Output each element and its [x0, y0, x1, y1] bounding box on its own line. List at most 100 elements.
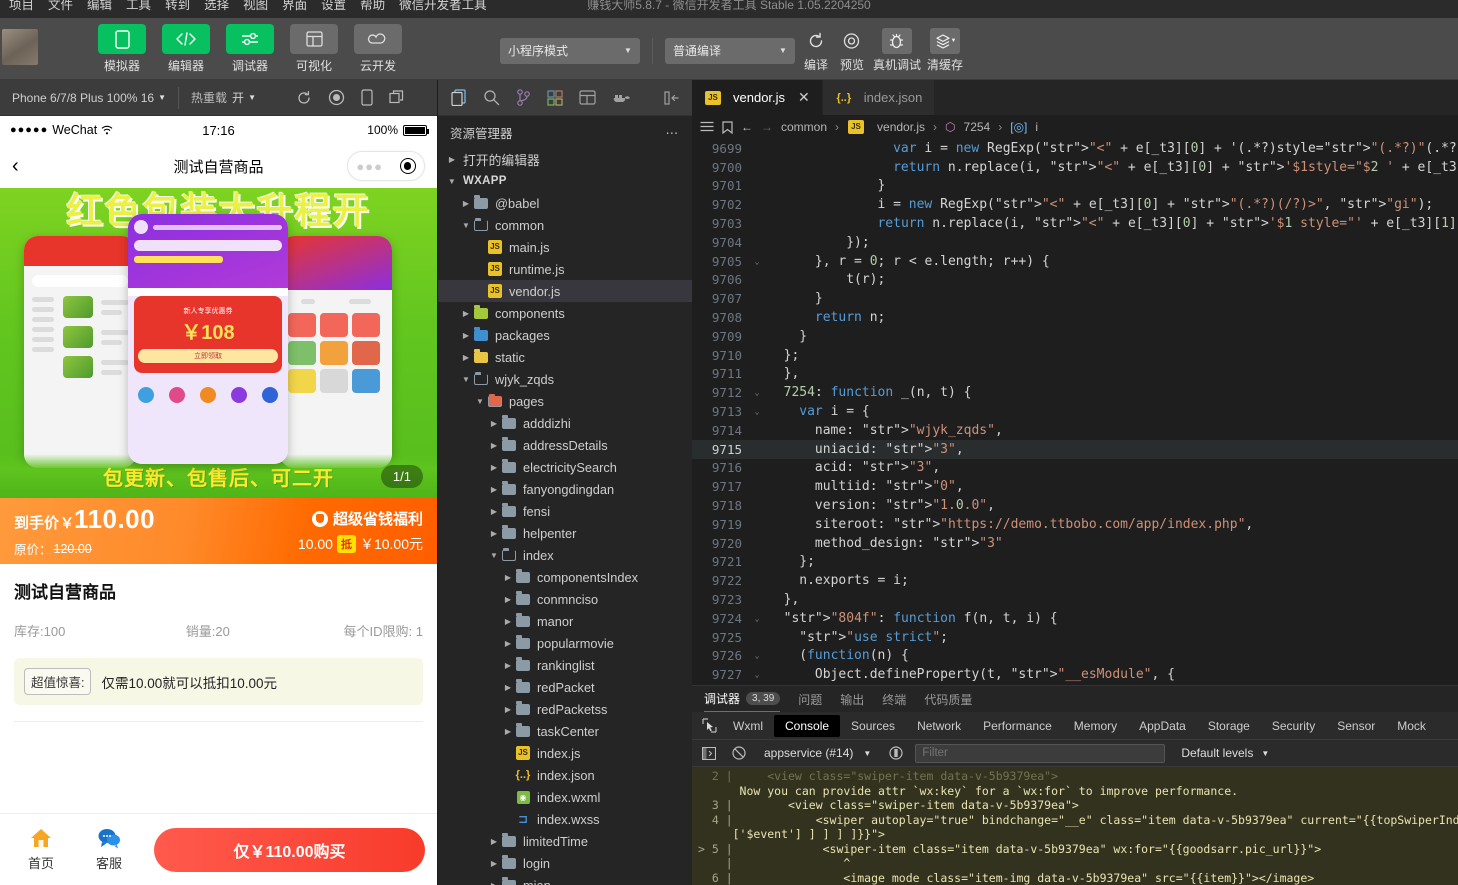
console-output[interactable]: 2 | <view class="swiper-item data-v-5b93…	[692, 767, 1458, 885]
mode-editor[interactable]: 编辑器	[158, 18, 214, 74]
tree-item-components[interactable]: ▶components	[438, 302, 692, 324]
tree-item-fanyongdingdan[interactable]: ▶fanyongdingdan	[438, 478, 692, 500]
tree-item-index-json[interactable]: ▶{..}index.json	[438, 764, 692, 786]
tree-item-fensi[interactable]: ▶fensi	[438, 500, 692, 522]
layout-icon[interactable]	[579, 90, 596, 105]
tree-item-electricitysearch[interactable]: ▶electricitySearch	[438, 456, 692, 478]
hot-reload-select[interactable]: 热重载 开 ▼	[179, 80, 268, 116]
panel-tab-terminal[interactable]: 终端	[882, 686, 906, 712]
breadcrumb-symbol-7254[interactable]: 7254	[964, 120, 991, 134]
tree-item--[interactable]: ▶打开的编辑器	[438, 148, 692, 170]
outline-icon[interactable]	[700, 121, 714, 133]
compile-action[interactable]: 编译	[801, 28, 831, 73]
mode-simulator[interactable]: 模拟器	[94, 18, 150, 74]
nav-service[interactable]: 客服	[80, 827, 138, 872]
mode-visualizer[interactable]: 可视化	[286, 18, 342, 74]
capsule-menu[interactable]: ●●●	[347, 151, 425, 181]
menu-item-edit[interactable]: 编辑	[80, 0, 119, 14]
breadcrumb-common[interactable]: common	[781, 120, 827, 134]
panel-tab-output[interactable]: 输出	[840, 686, 864, 712]
clear-console-icon[interactable]	[728, 743, 750, 763]
menu-item-help[interactable]: 帮助	[353, 0, 392, 14]
inspector-tab-sensor[interactable]: Sensor	[1326, 715, 1386, 737]
buy-button[interactable]: 仅￥110.00购买	[154, 828, 425, 872]
tree-item-pages[interactable]: ▼pages	[438, 390, 692, 412]
tree-item-packages[interactable]: ▶packages	[438, 324, 692, 346]
inspector-tab-performance[interactable]: Performance	[972, 715, 1063, 737]
files-icon[interactable]	[450, 89, 467, 106]
close-target-icon[interactable]	[400, 158, 416, 174]
tree-item-static[interactable]: ▶static	[438, 346, 692, 368]
tree-item-taskcenter[interactable]: ▶taskCenter	[438, 720, 692, 742]
source-control-icon[interactable]	[516, 89, 531, 106]
breadcrumb-symbol-i[interactable]: i	[1035, 120, 1038, 134]
tree-item-adddizhi[interactable]: ▶adddizhi	[438, 412, 692, 434]
nav-forward-icon[interactable]: →	[761, 120, 773, 134]
fold-chevron-icon[interactable]: ⌄	[750, 388, 764, 397]
menu-item-settings[interactable]: 设置	[314, 0, 353, 14]
tree-item-mian[interactable]: ▶mian	[438, 874, 692, 885]
tree-item-wjyk-zqds[interactable]: ▼wjyk_zqds	[438, 368, 692, 390]
nav-home[interactable]: 首页	[12, 827, 70, 872]
collapse-icon[interactable]	[664, 91, 680, 105]
promo-banner[interactable]: 超值惊喜: 仅需10.00就可以抵扣10.00元	[14, 658, 423, 705]
tree-item-popularmovie[interactable]: ▶popularmovie	[438, 632, 692, 654]
panel-tab-problems[interactable]: 问题	[798, 686, 822, 712]
extensions-icon[interactable]	[547, 90, 563, 106]
docker-icon[interactable]	[612, 91, 631, 105]
tree-item-componentsindex[interactable]: ▶componentsIndex	[438, 566, 692, 588]
avatar[interactable]	[2, 29, 38, 65]
menu-item-goto[interactable]: 转到	[158, 0, 197, 14]
breadcrumb-vendor-js[interactable]: vendor.js	[877, 120, 925, 134]
tree-item-manor[interactable]: ▶manor	[438, 610, 692, 632]
tree-item-index[interactable]: ▼index	[438, 544, 692, 566]
compile-mode-select[interactable]: 普通编译 ▼	[665, 38, 795, 64]
more-icon[interactable]: ⋯	[666, 125, 681, 140]
sidebar-toggle-icon[interactable]	[698, 743, 720, 763]
mode-debugger[interactable]: 调试器	[222, 18, 278, 74]
console-levels-select[interactable]: Default levels ▼	[1181, 746, 1269, 760]
tree-item-redpacket[interactable]: ▶redPacket	[438, 676, 692, 698]
inspector-tab-console[interactable]: Console	[774, 715, 840, 737]
console-context-select[interactable]: appservice (#14) ▼	[758, 746, 877, 760]
menu-item-tools[interactable]: 工具	[119, 0, 158, 14]
fold-chevron-icon[interactable]: ⌄	[750, 651, 764, 660]
tree-item-index-js[interactable]: ▶JSindex.js	[438, 742, 692, 764]
close-icon[interactable]: ✕	[798, 89, 810, 106]
console-settings-icon[interactable]	[885, 743, 907, 763]
tree-item-rankinglist[interactable]: ▶rankinglist	[438, 654, 692, 676]
record-icon[interactable]	[328, 89, 345, 106]
tree-item-common[interactable]: ▼common	[438, 214, 692, 236]
tree-item-wxapp[interactable]: ▼WXAPP	[438, 170, 692, 192]
panel-tab-debugger[interactable]: 调试器 3, 39	[704, 686, 780, 712]
inspector-tab-network[interactable]: Network	[906, 715, 972, 737]
app-mode-select[interactable]: 小程序模式 ▼	[500, 38, 640, 64]
tab-vendor-js[interactable]: JS vendor.js ✕	[692, 80, 823, 115]
code-editor[interactable]: 9699var i = new RegExp("str">"<" + e[_t3…	[692, 139, 1458, 685]
refresh-icon[interactable]	[296, 90, 312, 106]
menu-item-interface[interactable]: 界面	[275, 0, 314, 14]
tree-item-login[interactable]: ▶login	[438, 852, 692, 874]
menu-item-file[interactable]: 文件	[41, 0, 80, 14]
device-icon[interactable]	[361, 89, 373, 106]
tree-item-index-wxss[interactable]: ▶⊐index.wxss	[438, 808, 692, 830]
tree-item-runtime-js[interactable]: ▶JSruntime.js	[438, 258, 692, 280]
tab-index-json[interactable]: {..} index.json	[823, 80, 936, 115]
fold-chevron-icon[interactable]: ⌄	[750, 614, 764, 623]
inspector-tab-memory[interactable]: Memory	[1063, 715, 1128, 737]
inspector-tab-wxml[interactable]: Wxml	[722, 715, 774, 737]
panel-tab-code-quality[interactable]: 代码质量	[924, 686, 972, 712]
fold-chevron-icon[interactable]: ⌄	[750, 407, 764, 416]
windows-icon[interactable]	[389, 90, 406, 105]
clear-cache-action[interactable]: ▼ 清缓存	[927, 28, 963, 73]
fold-chevron-icon[interactable]: ⌄	[750, 257, 764, 266]
tree-item-vendor-js[interactable]: ▶JSvendor.js	[438, 280, 692, 302]
tree-item--babel[interactable]: ▶@babel	[438, 192, 692, 214]
nav-back-icon[interactable]: ←	[741, 120, 753, 134]
menu-item-devtools[interactable]: 微信开发者工具	[392, 0, 494, 14]
device-select[interactable]: Phone 6/7/8 Plus 100% 16 ▼	[0, 80, 178, 116]
tree-item-addressdetails[interactable]: ▶addressDetails	[438, 434, 692, 456]
console-filter-input[interactable]	[915, 744, 1165, 763]
tree-item-main-js[interactable]: ▶JSmain.js	[438, 236, 692, 258]
more-icon[interactable]: ●●●	[356, 160, 383, 173]
